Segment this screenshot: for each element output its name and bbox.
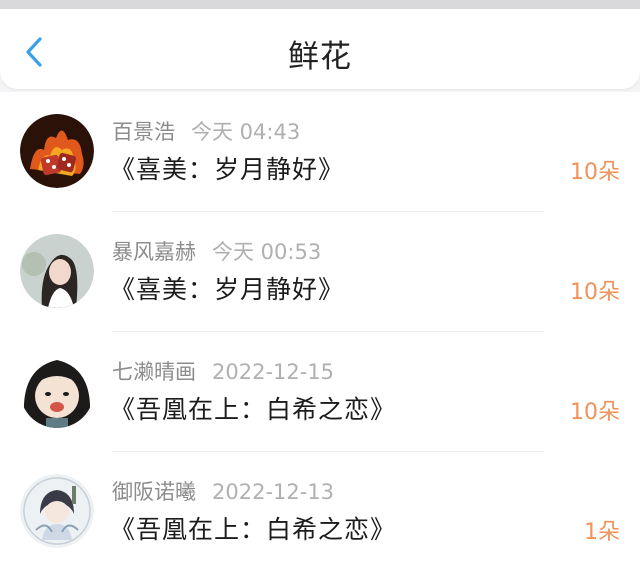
flower-count: 1朵 [584, 520, 620, 545]
sender-name: 七濑晴画 2022-12-15 [112, 356, 334, 386]
flaming-dice-avatar-icon [20, 114, 94, 188]
list-item[interactable]: 御阪诺曦 2022-12-13 《吾凰在上：白希之恋》 1朵 [0, 452, 640, 572]
sender-username: 七濑晴画 [112, 360, 196, 384]
avatar[interactable] [20, 354, 94, 428]
avatar[interactable] [20, 114, 94, 188]
flower-record-list: 百景浩 今天 04:43 《喜美：岁月静好》 10朵 暴风嘉赫 今天 00:53 《… [0, 92, 640, 572]
flower-count: 10朵 [570, 400, 620, 425]
list-item[interactable]: 百景浩 今天 04:43 《喜美：岁月静好》 10朵 [0, 92, 640, 212]
page-title: 鲜花 [288, 39, 352, 75]
send-time: 2022-12-13 [212, 480, 335, 504]
gift-work-title: 《吾凰在上：白希之恋》 [110, 515, 397, 544]
avatar[interactable] [20, 234, 94, 308]
sender-username: 百景浩 [112, 120, 175, 144]
flower-count: 10朵 [570, 160, 620, 185]
gift-work-title: 《吾凰在上：白希之恋》 [110, 395, 397, 424]
flower-count: 10朵 [570, 280, 620, 305]
status-bar-strip [0, 0, 640, 9]
list-item[interactable]: 暴风嘉赫 今天 00:53 《喜美：岁月静好》 10朵 [0, 212, 640, 332]
sender-username: 御阪诺曦 [112, 480, 196, 504]
send-time: 2022-12-15 [212, 360, 335, 384]
gift-work-title: 《喜美：岁月静好》 [110, 155, 345, 184]
avatar[interactable] [20, 474, 94, 548]
sender-username: 暴风嘉赫 [112, 240, 196, 264]
list-item[interactable]: 七濑晴画 2022-12-15 《吾凰在上：白希之恋》 10朵 [0, 332, 640, 452]
sender-name: 百景浩 今天 04:43 [112, 116, 300, 146]
chibi-character-avatar-icon [20, 474, 94, 548]
send-time: 今天 00:53 [212, 240, 322, 264]
gift-work-title: 《喜美：岁月静好》 [110, 275, 345, 304]
girl-photo-avatar-icon [20, 234, 94, 308]
sender-name: 暴风嘉赫 今天 00:53 [112, 236, 321, 266]
sender-name: 御阪诺曦 2022-12-13 [112, 476, 334, 506]
send-time: 今天 04:43 [191, 120, 301, 144]
cartoon-girl-avatar-icon [20, 354, 94, 428]
nav-header: 鲜花 [0, 9, 640, 89]
